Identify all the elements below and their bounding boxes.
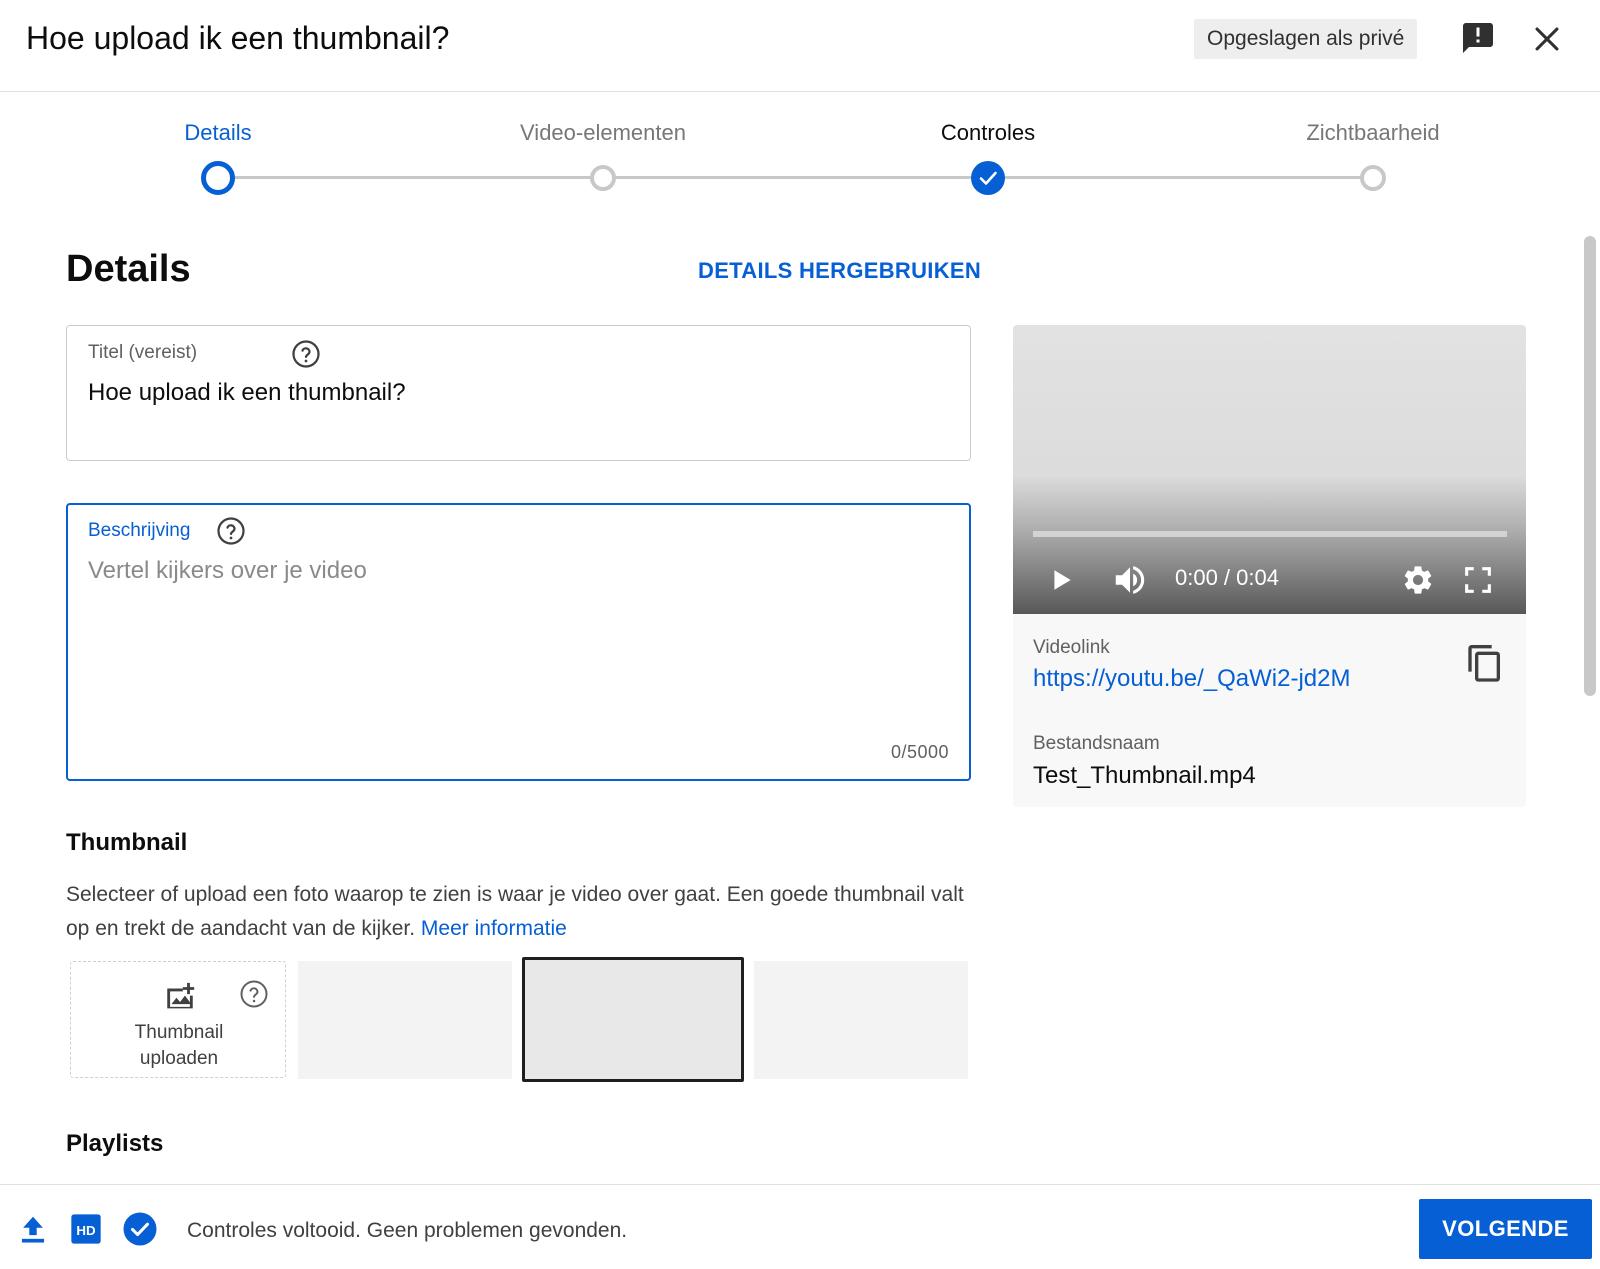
thumbnail-option[interactable] [754, 961, 968, 1079]
filename-value: Test_Thumbnail.mp4 [1033, 762, 1256, 789]
volume-icon[interactable] [1111, 561, 1149, 599]
step-details-dot[interactable] [201, 161, 235, 195]
description-input[interactable]: Vertel kijkers over je video [88, 557, 367, 585]
step-video-elements-dot[interactable] [590, 165, 616, 191]
video-preview-card: 0:00 / 0:04 Videolink https://youtu.be/_… [1013, 325, 1526, 807]
saved-status-badge: Opgeslagen als privé [1194, 19, 1418, 59]
video-time: 0:00 / 0:04 [1175, 565, 1279, 590]
add-photo-icon [167, 982, 195, 1009]
title-field[interactable]: Titel (vereist) Hoe upload ik een thumbn… [66, 325, 971, 461]
step-details-label[interactable]: Details [88, 120, 348, 146]
help-icon[interactable] [216, 516, 246, 546]
close-icon[interactable] [1530, 22, 1564, 56]
upload-thumbnail-button[interactable]: Thumbnail uploaden [70, 961, 286, 1078]
next-button[interactable]: VOLGENDE [1419, 1199, 1592, 1259]
details-heading: Details [66, 248, 191, 290]
thumbnail-option-selected[interactable] [522, 957, 744, 1082]
stepper-line [988, 176, 1373, 179]
step-visibility-label[interactable]: Zichtbaarheid [1243, 120, 1503, 146]
description-char-count: 0/5000 [890, 742, 949, 762]
check-circle-icon [123, 1212, 157, 1246]
thumbnail-heading: Thumbnail [66, 829, 188, 856]
step-visibility-dot[interactable] [1360, 165, 1386, 191]
reuse-details-button[interactable]: DETAILS HERGEBRUIKEN [698, 258, 981, 284]
video-player[interactable]: 0:00 / 0:04 [1013, 325, 1526, 614]
copy-icon[interactable] [1465, 643, 1505, 687]
stepper-line [603, 176, 988, 179]
stepper-line [218, 176, 603, 179]
thumbnail-description: Selecteer of upload een foto waarop te z… [66, 878, 976, 946]
scrollbar[interactable] [1584, 236, 1596, 696]
step-video-elements-label[interactable]: Video-elementen [473, 120, 733, 146]
video-link-label: Videolink [1033, 637, 1110, 658]
help-icon[interactable] [291, 339, 321, 369]
video-progress-bar[interactable] [1033, 531, 1507, 537]
description-field-label: Beschrijving [88, 520, 191, 541]
thumbnail-option[interactable] [298, 961, 512, 1079]
upload-thumbnail-label-line1: Thumbnail [134, 1022, 224, 1043]
fullscreen-icon[interactable] [1461, 563, 1495, 597]
description-field[interactable]: Beschrijving Vertel kijkers over je vide… [66, 503, 971, 781]
upload-thumbnail-label-line2: uploaden [139, 1048, 219, 1069]
learn-more-link[interactable]: Meer informatie [421, 917, 567, 940]
hd-icon: HD [71, 1214, 101, 1244]
checkmark-icon [979, 171, 997, 185]
video-link[interactable]: https://youtu.be/_QaWi2-jd2M [1033, 665, 1350, 693]
upload-thumbnail-label: Thumbnail uploaden [71, 1020, 287, 1072]
playlists-heading: Playlists [66, 1130, 164, 1157]
filename-label: Bestandsnaam [1033, 733, 1160, 754]
upload-icon [21, 1216, 45, 1243]
checks-status-text: Controles voltooid. Geen problemen gevon… [187, 1219, 628, 1242]
dialog-title: Hoe upload ik een thumbnail? [26, 20, 450, 56]
title-input[interactable]: Hoe upload ik een thumbnail? [88, 379, 406, 407]
settings-gear-icon[interactable] [1401, 563, 1435, 597]
step-checks-label[interactable]: Controles [858, 120, 1118, 146]
help-icon[interactable] [239, 979, 269, 1009]
dialog-footer: HD Controles voltooid. Geen problemen ge… [0, 1184, 1600, 1269]
play-icon[interactable] [1049, 565, 1075, 595]
title-field-label: Titel (vereist) [88, 342, 198, 363]
feedback-icon[interactable] [1460, 20, 1496, 56]
step-checks-dot[interactable] [971, 161, 1005, 195]
svg-text:HD: HD [76, 1223, 96, 1238]
dialog-header: Hoe upload ik een thumbnail? Opgeslagen … [0, 0, 1600, 92]
